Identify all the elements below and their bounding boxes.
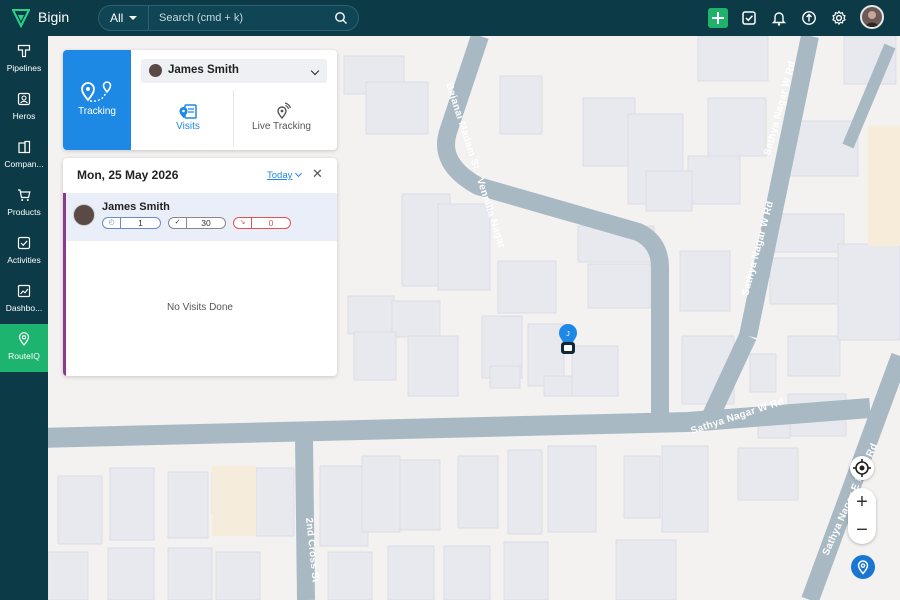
upgrade-icon[interactable] [799,8,819,28]
top-bar: Bigin All [0,0,900,36]
bell-icon[interactable] [769,8,789,28]
marker-initial: J [566,331,570,338]
tracking-panel: Tracking James Smith Visits Live Trackin… [63,50,337,150]
visits-icon [179,104,197,119]
date-filter-link[interactable]: Today [267,170,292,181]
sidebar-item-label: RouteIQ [8,351,40,361]
missed-visits-count: 0 [268,218,274,228]
tab-live-tracking-label: Live Tracking [252,121,311,132]
contact-icon [17,92,31,106]
zoom-out-button[interactable]: − [848,516,876,544]
sidebar-item-routeiq[interactable]: RouteIQ [0,324,48,372]
dashboard-icon [17,284,31,298]
tasks-check-icon[interactable] [739,8,759,28]
avatar [149,64,162,77]
checkbox-icon [17,236,31,250]
live-location-icon [277,102,292,120]
tab-live-tracking[interactable]: Live Tracking [233,90,329,146]
user-location-marker[interactable]: J [559,324,577,354]
chevron-down-icon[interactable] [294,169,303,178]
route-pins-icon [81,81,112,102]
missed-arrow-icon: ↘ [234,218,252,228]
completed-visits-count: 30 [201,218,211,228]
sidebar-item-label: Heros [12,111,36,121]
pipelines-icon [17,44,31,58]
visits-panel: Mon, 25 May 2026 Today ✕ James Smith ◴ 1… [63,158,337,376]
check-icon: ✓ [169,218,187,228]
caret-down-icon [129,16,137,20]
search-scope-select[interactable]: All [99,6,149,30]
user-select[interactable]: James Smith [141,59,327,83]
missed-visits-badge: ↘ 0 [233,217,291,229]
global-search: All [98,5,359,31]
location-pin-icon [18,332,30,346]
empty-state-message: No Visits Done [167,302,233,313]
sidebar: Pipelines Heros Compan... Products Activ… [0,36,48,600]
sidebar-item-companies[interactable]: Compan... [0,132,48,180]
search-input[interactable] [159,6,329,30]
sidebar-item-heros[interactable]: Heros [0,84,48,132]
sidebar-item-label: Products [7,207,41,217]
tab-visits[interactable]: Visits [143,90,233,146]
visits-date: Mon, 25 May 2026 [77,168,179,182]
planned-visits-count: 1 [138,218,143,228]
location-pin-icon [857,560,869,575]
gear-icon[interactable] [829,8,849,28]
clock-icon: ◴ [103,218,121,228]
user-avatar[interactable] [860,5,884,29]
search-icon[interactable] [334,11,348,25]
tracking-tile-label: Tracking [78,106,116,117]
sidebar-item-dashboards[interactable]: Dashbo... [0,276,48,324]
planned-visits-badge: ◴ 1 [102,217,161,229]
crosshair-icon [853,459,871,477]
app-brand: Bigin [38,9,70,25]
sidebar-item-label: Activities [7,255,41,265]
building-icon [18,140,31,154]
selected-user-name: James Smith [168,64,239,76]
sidebar-item-label: Pipelines [6,63,42,73]
completed-visits-badge: ✓ 30 [168,217,226,229]
user-avatar-image [864,11,880,27]
tracking-tile[interactable]: Tracking [63,50,131,150]
visit-user-row[interactable]: James Smith ◴ 1 ✓ 30 ↘ 0 [63,193,337,241]
quick-add-icon[interactable] [708,8,728,28]
zoom-control: + − [848,488,876,544]
route-button[interactable] [851,555,875,579]
tab-visits-label: Visits [176,121,200,132]
visit-user-name: James Smith [102,201,170,213]
avatar [73,204,95,226]
zoom-in-button[interactable]: + [848,488,876,516]
sidebar-item-activities[interactable]: Activities [0,228,48,276]
chevron-down-icon [310,66,320,76]
cart-icon [18,189,31,201]
sidebar-item-label: Compan... [4,159,44,169]
search-scope-label: All [110,11,124,25]
locate-me-button[interactable] [850,456,874,480]
bigin-logo-icon[interactable] [12,8,30,28]
sidebar-item-products[interactable]: Products [0,180,48,228]
close-icon[interactable]: ✕ [312,166,323,182]
sidebar-item-pipelines[interactable]: Pipelines [0,36,48,84]
sidebar-item-label: Dashbo... [5,303,43,313]
